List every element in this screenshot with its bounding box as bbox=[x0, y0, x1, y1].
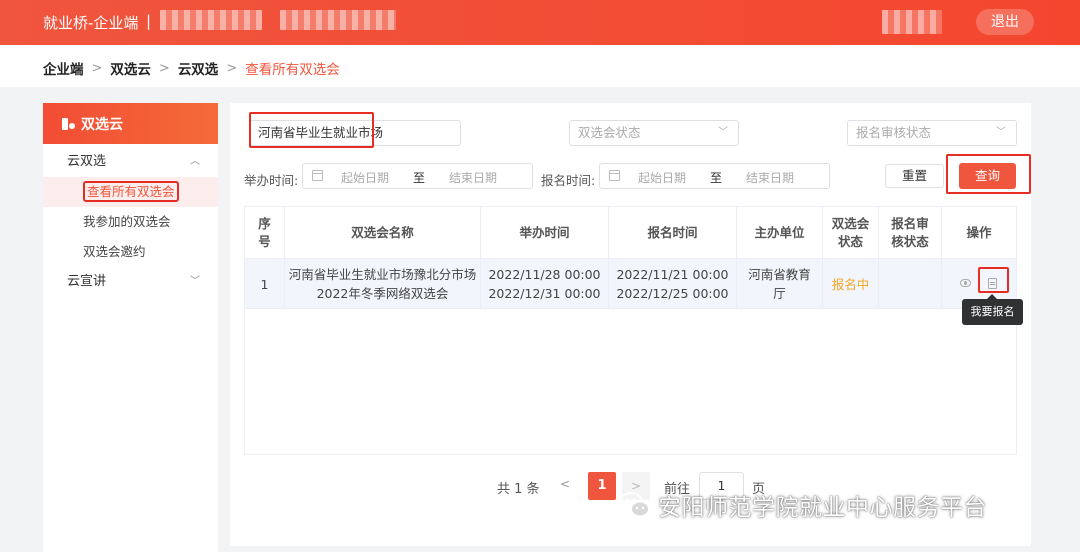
header-divider: | bbox=[146, 12, 152, 30]
sidebar-title: 双选云 bbox=[81, 116, 123, 133]
breadcrumb: 企业端 > 双选云 > 云双选 > 查看所有双选会 bbox=[43, 58, 340, 79]
redacted-company-detail bbox=[280, 10, 396, 30]
table-header: 序号 双选会名称 举办时间 报名时间 主办单位 双选会 状态 报名审 核状态 操作 bbox=[245, 207, 1016, 259]
sidebar-item-label: 查看所有双选会 bbox=[83, 181, 179, 202]
sidebar-group-yunxuanjiang[interactable]: 云宣讲 ﹀ bbox=[43, 267, 218, 297]
column-header-signup-time: 报名时间 bbox=[609, 207, 737, 258]
calendar-icon bbox=[609, 170, 620, 181]
cell-seq: 1 bbox=[245, 259, 285, 309]
sidebar-header: 双选云 bbox=[43, 103, 218, 144]
table-row: 1 河南省毕业生就业市场豫北分市场 2022年冬季网络双选会 2022/11/28… bbox=[245, 259, 1016, 309]
main-panel: 河南省毕业生就业市场 双选会状态 ﹀ 报名审核状态 ﹀ 举办时间: 起始日期 至… bbox=[230, 103, 1031, 546]
signup-document-icon[interactable] bbox=[988, 278, 997, 289]
breadcrumb-current: 查看所有双选会 bbox=[245, 62, 340, 78]
top-header: 就业桥-企业端 | 退出 bbox=[0, 0, 1080, 45]
column-header-hold-time: 举办时间 bbox=[481, 207, 609, 258]
cell-review-status bbox=[879, 259, 942, 309]
chevron-down-icon: ﹀ bbox=[996, 127, 1006, 138]
sidebar-item-view-all-fairs[interactable]: 查看所有双选会 bbox=[43, 177, 218, 207]
sidebar-item-label: 我参加的双选会 bbox=[83, 214, 171, 229]
sidebar-group-label: 云宣讲 bbox=[67, 274, 107, 289]
logout-button[interactable]: 退出 bbox=[976, 9, 1034, 35]
breadcrumb-item-enterprise[interactable]: 企业端 bbox=[43, 58, 84, 78]
cell-hold-time: 2022/11/28 00:00 2022/12/31 00:00 bbox=[481, 259, 609, 309]
start-date-placeholder: 起始日期 bbox=[638, 171, 687, 185]
breadcrumb-item-shuangxuanyun[interactable]: 双选云 bbox=[110, 58, 151, 78]
sidebar-item-my-fairs[interactable]: 我参加的双选会 bbox=[43, 207, 218, 237]
breadcrumb-separator: > bbox=[226, 60, 238, 76]
chevron-down-icon: ﹀ bbox=[718, 127, 728, 138]
cell-fair-name: 河南省毕业生就业市场豫北分市场 2022年冬季网络双选会 bbox=[285, 259, 481, 309]
wechat-icon bbox=[619, 492, 650, 518]
reset-button[interactable]: 重置 bbox=[885, 164, 944, 188]
wechat-watermark: 安阳师范学院就业中心服务平台 bbox=[618, 488, 987, 522]
breadcrumb-separator: > bbox=[91, 60, 103, 76]
app-brand: 就业桥-企业端 bbox=[43, 14, 139, 32]
calendar-icon bbox=[312, 170, 323, 181]
review-status-select[interactable]: 报名审核状态 ﹀ bbox=[847, 120, 1017, 146]
cell-signup-time: 2022/11/21 00:00 2022/12/25 00:00 bbox=[609, 259, 737, 309]
fairs-table: 序号 双选会名称 举办时间 报名时间 主办单位 双选会 状态 报名审 核状态 操作 … bbox=[244, 206, 1017, 455]
chevron-up-icon: ︿ bbox=[190, 156, 200, 167]
column-header-name: 双选会名称 bbox=[285, 207, 481, 258]
column-header-seq: 序号 bbox=[245, 207, 285, 258]
end-date-placeholder: 结束日期 bbox=[449, 171, 498, 185]
breadcrumb-separator: > bbox=[158, 60, 170, 76]
fair-name-input[interactable]: 河南省毕业生就业市场 bbox=[249, 120, 461, 146]
sidebar-group-yunshuangxuan[interactable]: 云双选 ︿ bbox=[43, 147, 218, 177]
fair-status-select[interactable]: 双选会状态 ﹀ bbox=[569, 120, 739, 146]
sidebar-item-fair-invitations[interactable]: 双选会邀约 bbox=[43, 237, 218, 267]
pagination-prev-button[interactable]: < bbox=[560, 477, 570, 491]
breadcrumb-bar: 企业端 > 双选云 > 云双选 > 查看所有双选会 bbox=[0, 45, 1080, 87]
column-header-organizer: 主办单位 bbox=[737, 207, 823, 258]
range-separator: 至 bbox=[413, 171, 426, 185]
watermark-text: 安阳师范学院就业中心服务平台 bbox=[658, 495, 987, 521]
cloud-fair-icon bbox=[61, 117, 75, 131]
column-header-fair-status: 双选会 状态 bbox=[823, 207, 879, 258]
cell-organizer: 河南省教育厅 bbox=[737, 259, 823, 309]
end-date-placeholder: 结束日期 bbox=[746, 171, 795, 185]
hold-time-range-picker[interactable]: 起始日期 至 结束日期 bbox=[302, 163, 533, 189]
sidebar: 双选云 云双选 ︿ 查看所有双选会 我参加的双选会 双选会邀约 云宣讲 ﹀ bbox=[43, 103, 218, 552]
range-separator: 至 bbox=[710, 171, 723, 185]
sidebar-item-label: 双选会邀约 bbox=[83, 244, 146, 259]
select-placeholder: 报名审核状态 bbox=[856, 125, 932, 140]
column-header-review-status: 报名审 核状态 bbox=[879, 207, 942, 258]
select-placeholder: 双选会状态 bbox=[578, 125, 641, 140]
breadcrumb-item-yunshuangxuan[interactable]: 云双选 bbox=[178, 58, 219, 78]
column-header-actions: 操作 bbox=[966, 224, 992, 240]
pagination-page-1[interactable]: 1 bbox=[588, 472, 616, 500]
hold-time-label: 举办时间: bbox=[244, 173, 299, 188]
view-eye-icon[interactable] bbox=[960, 279, 971, 287]
signup-time-range-picker[interactable]: 起始日期 至 结束日期 bbox=[599, 163, 830, 189]
cell-fair-status: 报名中 bbox=[823, 259, 879, 309]
start-date-placeholder: 起始日期 bbox=[341, 171, 390, 185]
chevron-down-icon: ﹀ bbox=[190, 276, 200, 287]
sidebar-group-label: 云双选 bbox=[67, 154, 107, 169]
query-button[interactable]: 查询 bbox=[959, 163, 1016, 189]
redacted-user-avatar bbox=[882, 10, 942, 34]
redacted-company-name bbox=[160, 10, 262, 30]
signup-tooltip: 我要报名 bbox=[962, 294, 1023, 325]
signup-time-label: 报名时间: bbox=[541, 173, 596, 188]
pagination-total: 共 1 条 bbox=[497, 482, 540, 497]
